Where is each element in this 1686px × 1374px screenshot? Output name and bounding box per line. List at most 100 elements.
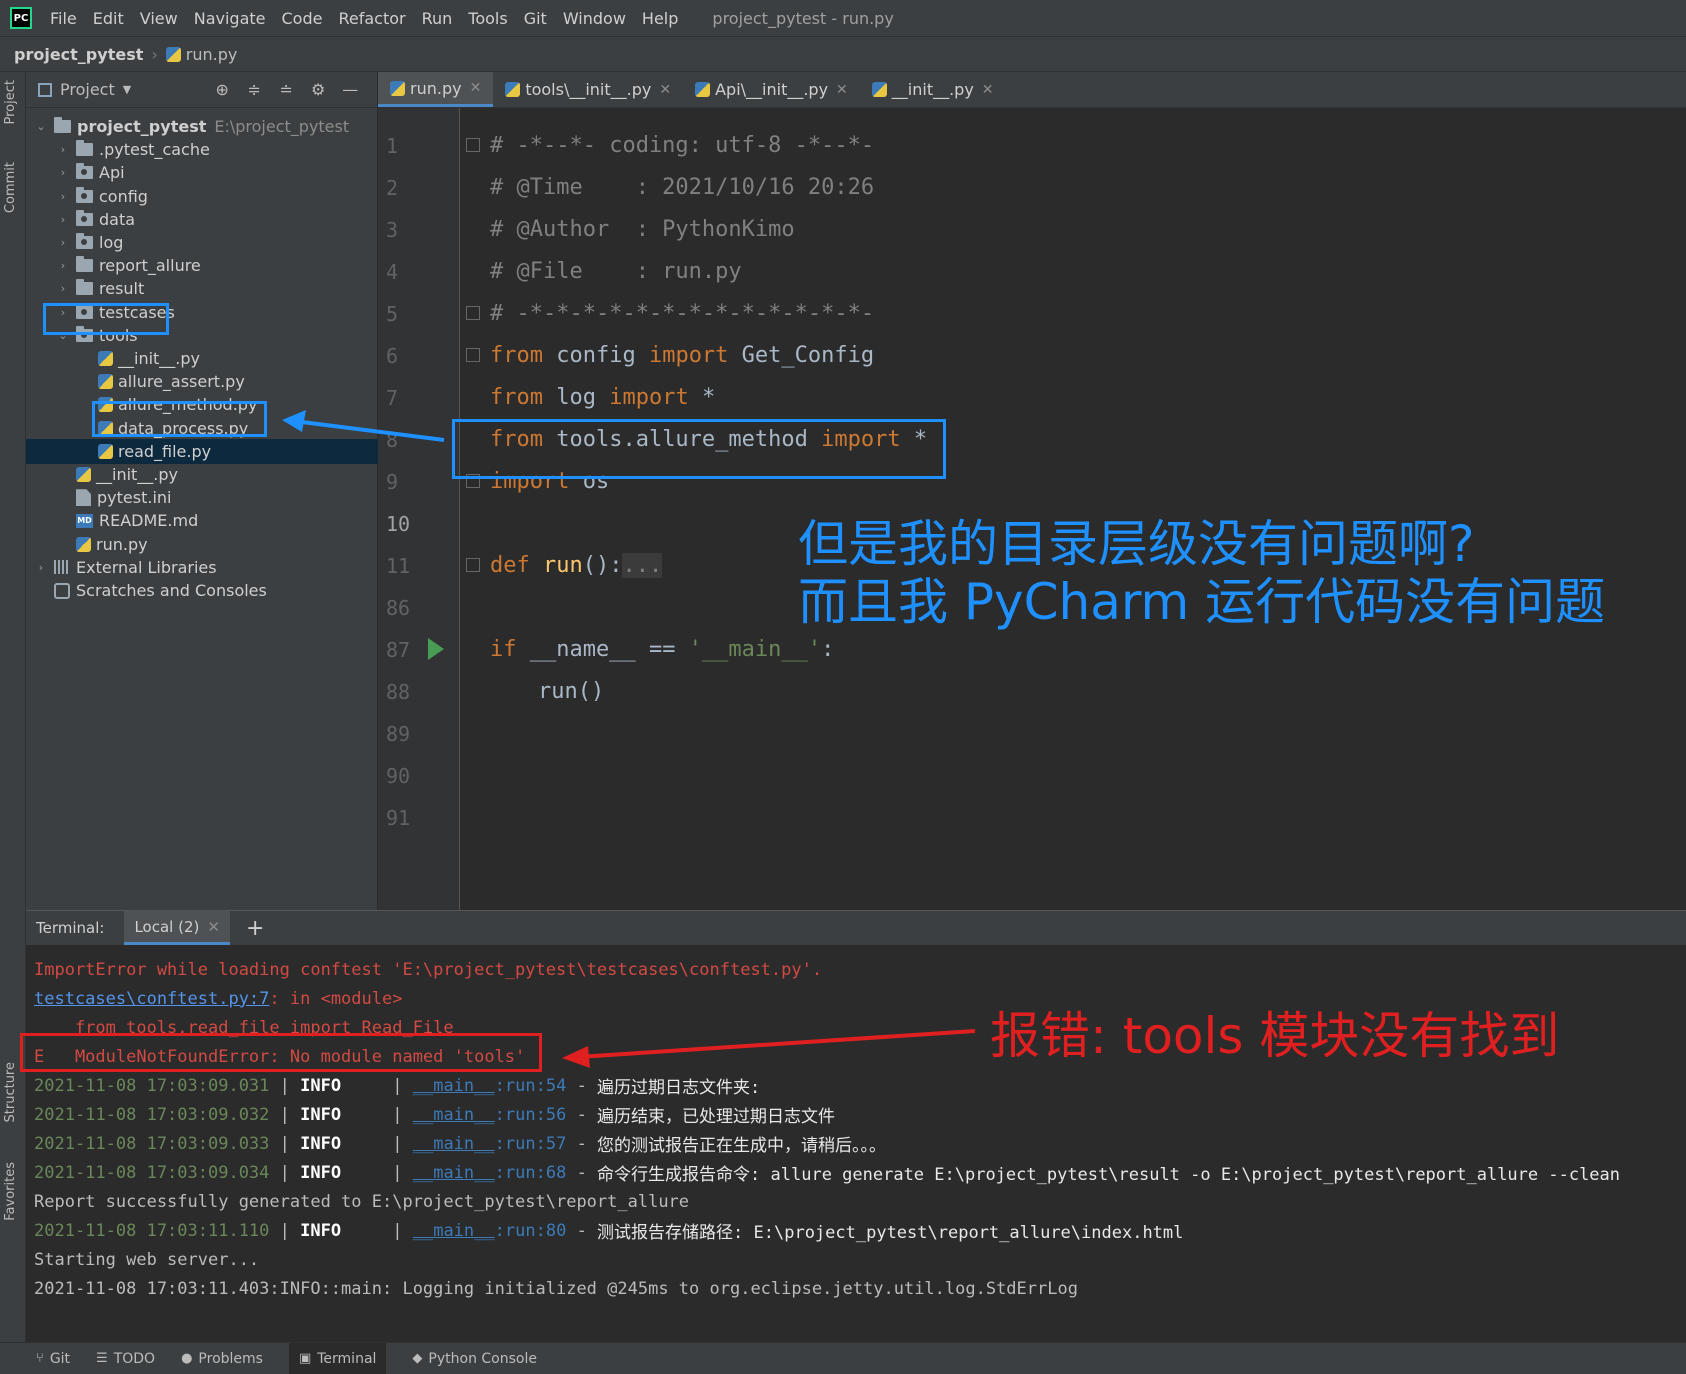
hide-icon[interactable]: — bbox=[339, 80, 361, 99]
code-line[interactable]: 87 if __name__ == '__main__': bbox=[378, 627, 1686, 672]
tree-item-allure-assert-py[interactable]: allure_assert.py bbox=[26, 369, 378, 394]
log-source[interactable]: __main__ bbox=[413, 1105, 495, 1125]
menu-navigate[interactable]: Navigate bbox=[194, 9, 266, 28]
tool-window-structure[interactable]: Structure bbox=[3, 1062, 18, 1122]
breadcrumb-file[interactable]: run.py bbox=[186, 45, 238, 64]
chevron-right-icon[interactable]: › bbox=[56, 236, 70, 249]
terminal-tab-local[interactable]: Local (2) ✕ bbox=[124, 911, 230, 945]
expand-all-icon[interactable]: ≑ bbox=[243, 80, 265, 99]
close-icon[interactable]: ✕ bbox=[982, 82, 994, 98]
code-line[interactable]: 6 from config import Get_Config bbox=[378, 333, 1686, 378]
tool-window-commit[interactable]: Commit bbox=[3, 162, 18, 213]
chevron-down-icon[interactable]: ⌄ bbox=[34, 120, 48, 133]
tool-window-favorites[interactable]: Favorites bbox=[3, 1162, 18, 1221]
menu-code[interactable]: Code bbox=[282, 9, 323, 28]
run-icon[interactable] bbox=[428, 638, 444, 660]
menu-git[interactable]: Git bbox=[524, 9, 547, 28]
tree-item-scratches-and-consoles[interactable]: Scratches and Consoles bbox=[26, 578, 378, 603]
locate-icon[interactable]: ⊕ bbox=[211, 80, 233, 99]
tree-item-read-file-py[interactable]: read_file.py bbox=[26, 438, 378, 464]
log-separator: | bbox=[269, 1075, 301, 1096]
menu-help[interactable]: Help bbox=[642, 9, 678, 28]
tree-item-report-allure[interactable]: › report_allure bbox=[26, 253, 378, 278]
plus-icon[interactable]: + bbox=[246, 916, 264, 941]
tool-window-project[interactable]: Project bbox=[3, 80, 18, 124]
project-view-selector[interactable]: Project bbox=[60, 80, 115, 99]
tab-api-init[interactable]: Api\__init__.py ✕ bbox=[683, 72, 860, 107]
tree-item-data[interactable]: › data bbox=[26, 207, 378, 232]
log-source[interactable]: __main__ bbox=[413, 1134, 495, 1154]
close-icon[interactable]: ✕ bbox=[470, 80, 482, 96]
package-folder-icon bbox=[76, 163, 93, 180]
chevron-right-icon[interactable]: › bbox=[34, 561, 48, 574]
log-source[interactable]: __main__ bbox=[413, 1221, 495, 1241]
tab-init[interactable]: __init__.py ✕ bbox=[860, 72, 1006, 107]
code-line[interactable]: 3 # @Author : PythonKimo bbox=[378, 207, 1686, 252]
tab-label: Api\__init__.py bbox=[715, 80, 829, 99]
folded-code[interactable]: ... bbox=[622, 553, 663, 578]
code-line[interactable]: 89 bbox=[378, 711, 1686, 756]
code-line[interactable]: 1 # -*--*- coding: utf-8 -*--*- bbox=[378, 123, 1686, 168]
fold-icon[interactable] bbox=[466, 138, 480, 152]
tree-item-external-libraries[interactable]: › External Libraries bbox=[26, 555, 378, 580]
tree-item-init-py[interactable]: __init__.py bbox=[26, 462, 378, 487]
tree-item-readme-md[interactable]: MD README.md bbox=[26, 508, 378, 533]
gear-icon[interactable]: ⚙ bbox=[307, 80, 329, 99]
folder-icon bbox=[76, 140, 93, 157]
close-icon[interactable]: ✕ bbox=[836, 82, 848, 98]
breadcrumb-project[interactable]: project_pytest bbox=[14, 45, 143, 64]
fold-icon[interactable] bbox=[466, 558, 480, 572]
punct-token: : bbox=[821, 637, 835, 662]
code-line[interactable]: 5 # -*-*-*-*-*-*-*-*-*-*-*-*-*- bbox=[378, 291, 1686, 336]
log-source[interactable]: __main__ bbox=[413, 1076, 495, 1096]
tree-item-result[interactable]: › result bbox=[26, 276, 378, 301]
tree-item-log[interactable]: › log bbox=[26, 230, 378, 255]
close-icon[interactable]: ✕ bbox=[659, 82, 671, 98]
chevron-right-icon[interactable]: › bbox=[56, 143, 70, 156]
menu-file[interactable]: File bbox=[50, 9, 77, 28]
chevron-right-icon[interactable]: › bbox=[56, 282, 70, 295]
status-todo[interactable]: ☰ TODO bbox=[96, 1343, 155, 1374]
file-link[interactable]: testcases\conftest.py:7 bbox=[34, 989, 269, 1009]
tab-tools-init[interactable]: tools\__init__.py ✕ bbox=[493, 72, 683, 107]
log-timestamp: 2021-11-08 17:03:09.033 bbox=[34, 1133, 270, 1154]
tree-item-run-py[interactable]: run.py bbox=[26, 532, 378, 557]
code-line[interactable]: 88 run() bbox=[378, 669, 1686, 714]
menu-window[interactable]: Window bbox=[563, 9, 626, 28]
python-file-icon bbox=[76, 536, 91, 552]
menu-run[interactable]: Run bbox=[422, 9, 453, 28]
chevron-right-icon[interactable]: › bbox=[56, 166, 70, 179]
tree-item-pytest-cache[interactable]: › .pytest_cache bbox=[26, 137, 378, 162]
chevron-down-icon[interactable]: ▼ bbox=[123, 83, 131, 96]
tree-item-project-pytest[interactable]: ⌄ project_pytest E:\project_pytest bbox=[26, 114, 378, 139]
tree-item-pytest-ini[interactable]: pytest.ini bbox=[26, 485, 378, 510]
log-source[interactable]: __main__ bbox=[413, 1163, 495, 1183]
tree-item-label: allure_assert.py bbox=[118, 372, 245, 392]
menu-view[interactable]: View bbox=[140, 9, 178, 28]
line-number: 5 bbox=[386, 301, 399, 326]
code-line[interactable]: 91 bbox=[378, 795, 1686, 840]
menu-edit[interactable]: Edit bbox=[93, 9, 124, 28]
tree-item-api[interactable]: › Api bbox=[26, 160, 378, 185]
status-terminal[interactable]: ▣ Terminal bbox=[288, 1342, 387, 1374]
menu-tools[interactable]: Tools bbox=[468, 9, 507, 28]
tab-run-py[interactable]: run.py ✕ bbox=[378, 72, 494, 107]
close-icon[interactable]: ✕ bbox=[207, 918, 220, 936]
menu-refactor[interactable]: Refactor bbox=[338, 9, 405, 28]
code-line[interactable]: 7 from log import * bbox=[378, 375, 1686, 420]
chevron-right-icon[interactable]: › bbox=[56, 213, 70, 226]
fold-icon[interactable] bbox=[466, 306, 480, 320]
code-line[interactable]: 2 # @Time : 2021/10/16 20:26 bbox=[378, 165, 1686, 210]
code-line[interactable]: 90 bbox=[378, 753, 1686, 798]
fold-icon[interactable] bbox=[466, 348, 480, 362]
status-problems[interactable]: ● Problems bbox=[181, 1343, 263, 1374]
code-line[interactable]: 4 # @File : run.py bbox=[378, 249, 1686, 294]
status-python-console[interactable]: ◆ Python Console bbox=[412, 1343, 537, 1374]
status-git[interactable]: ⑂ Git bbox=[36, 1343, 70, 1374]
chevron-right-icon[interactable]: › bbox=[56, 190, 70, 203]
collapse-all-icon[interactable]: ≐ bbox=[275, 80, 297, 99]
code-editor: run.py ✕ tools\__init__.py ✕ Api\__init_… bbox=[378, 72, 1686, 910]
tree-item-init-py[interactable]: __init__.py bbox=[26, 346, 378, 371]
chevron-right-icon[interactable]: › bbox=[56, 259, 70, 272]
tree-item-config[interactable]: › config bbox=[26, 184, 378, 209]
